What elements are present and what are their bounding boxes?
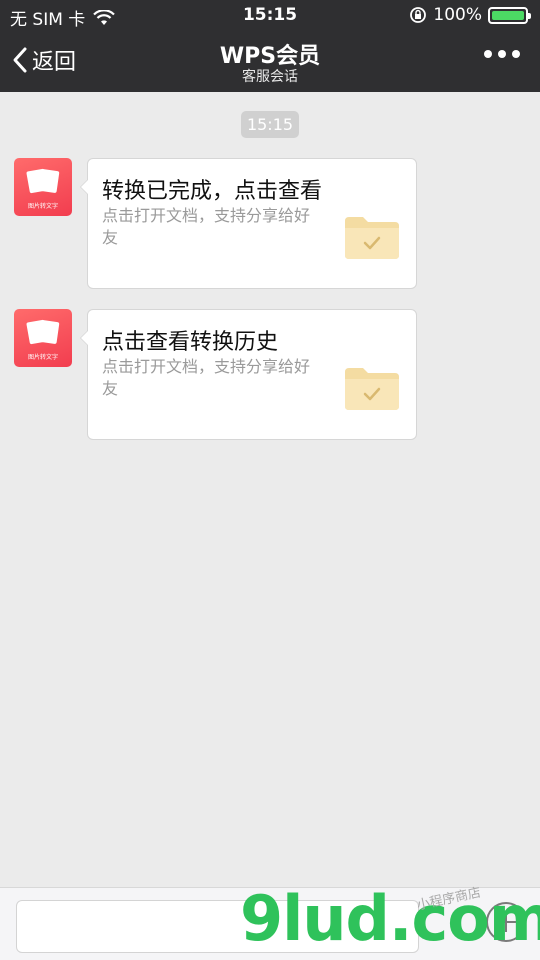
input-bar bbox=[0, 887, 540, 960]
avatar-doc-icon bbox=[38, 319, 60, 345]
battery-icon bbox=[488, 6, 531, 24]
message-description: 点击打开文档，支持分享给好友 bbox=[102, 357, 311, 398]
avatar-doc-icon bbox=[38, 168, 60, 194]
message-title: 点击查看转换历史 bbox=[102, 330, 279, 355]
message-input[interactable] bbox=[16, 900, 419, 953]
rotation-lock-icon bbox=[410, 7, 427, 23]
avatar-caption: 图片转文字 bbox=[27, 203, 58, 210]
avatar[interactable]: 图片转文字 bbox=[14, 158, 72, 216]
folder-check-icon bbox=[345, 368, 399, 410]
message-card[interactable]: 转换已完成，点击查看 点击打开文档，支持分享给好友 bbox=[80, 158, 417, 289]
more-button[interactable] bbox=[484, 50, 520, 58]
message-card[interactable]: 点击查看转换历史 点击打开文档，支持分享给好友 bbox=[80, 309, 417, 440]
more-icon-dot bbox=[484, 50, 492, 58]
more-icon-dot bbox=[512, 50, 520, 58]
page-subtitle: 客服会话 bbox=[242, 69, 298, 85]
status-right: 100% bbox=[409, 5, 531, 25]
more-icon-dot bbox=[498, 50, 506, 58]
battery-fill bbox=[492, 10, 524, 20]
message-title: 转换已完成，点击查看 bbox=[102, 179, 323, 204]
status-bar: 无 SIM 卡 15:15 100% bbox=[0, 0, 540, 30]
message-description: 点击打开文档，支持分享给好友 bbox=[102, 206, 311, 247]
battery-percent: 100% bbox=[433, 5, 482, 25]
plus-icon[interactable] bbox=[486, 902, 526, 942]
nav-bar: 返回 WPS会员 客服会话 bbox=[0, 30, 540, 92]
avatar-caption: 图片转文字 bbox=[27, 354, 58, 361]
avatar[interactable]: 图片转文字 bbox=[14, 309, 72, 367]
folder-check-icon bbox=[345, 217, 399, 259]
chat-time-label: 15:15 bbox=[241, 111, 299, 138]
